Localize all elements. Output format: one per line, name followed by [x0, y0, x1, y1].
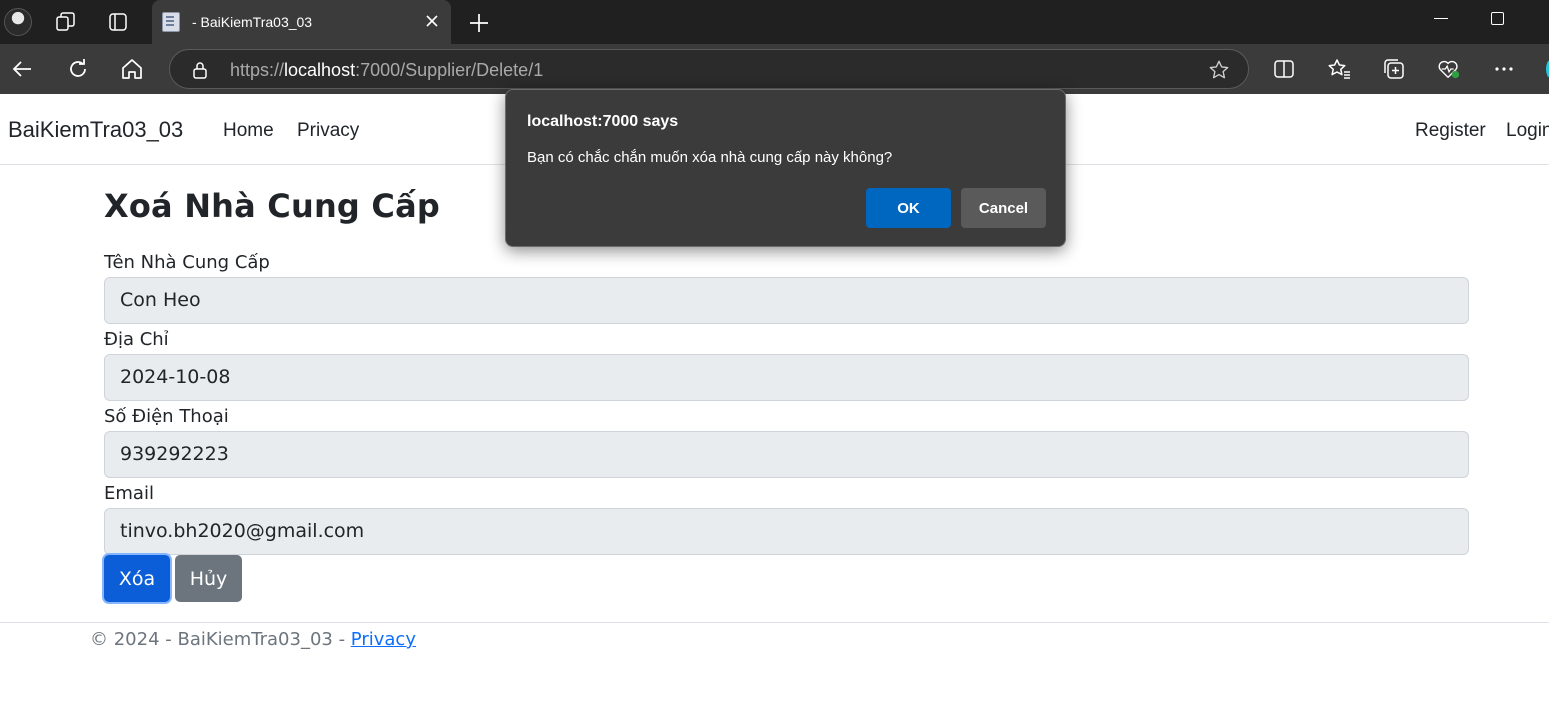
minimize-icon[interactable] — [1434, 18, 1448, 19]
email-label: Email — [104, 483, 154, 504]
footer: © 2024 - BaiKiemTra03_03 - Privacy — [0, 622, 1549, 703]
email-input[interactable]: tinvo.bh2020@gmail.com — [104, 508, 1469, 555]
address-input[interactable]: 2024-10-08 — [104, 354, 1469, 401]
copilot-icon[interactable] — [1538, 57, 1549, 81]
nav-login-link[interactable]: Login — [1506, 120, 1549, 142]
collections-icon[interactable] — [1382, 57, 1406, 81]
address-bar[interactable]: https://localhost:7000/Supplier/Delete/1 — [169, 49, 1249, 89]
url-text: https://localhost:7000/Supplier/Delete/1 — [230, 60, 543, 81]
home-icon[interactable] — [120, 57, 144, 81]
delete-button[interactable]: Xóa — [104, 555, 170, 602]
nav-home-link[interactable]: Home — [223, 120, 274, 142]
confirm-dialog: localhost:7000 says Bạn có chắc chắn muố… — [505, 89, 1066, 247]
browser-essentials-icon[interactable] — [1437, 57, 1461, 81]
browser-tab-bar: - BaiKiemTra03_03 — [0, 0, 1549, 44]
dialog-ok-button[interactable]: OK — [866, 188, 951, 228]
supplier-name-label: Tên Nhà Cung Cấp — [104, 252, 270, 273]
browser-tab-active[interactable]: - BaiKiemTra03_03 — [152, 0, 451, 44]
page-title: Xoá Nhà Cung Cấp — [104, 187, 440, 225]
dialog-message: Bạn có chắc chắn muốn xóa nhà cung cấp n… — [527, 149, 893, 166]
phone-input[interactable]: 939292223 — [104, 431, 1469, 478]
reload-icon[interactable] — [66, 57, 90, 81]
lock-icon[interactable] — [192, 61, 208, 79]
browser-toolbar: https://localhost:7000/Supplier/Delete/1 — [0, 44, 1549, 94]
nav-register-link[interactable]: Register — [1415, 120, 1486, 142]
page-favicon-icon — [162, 12, 180, 32]
favorites-icon[interactable] — [1327, 57, 1351, 81]
address-label: Địa Chỉ — [104, 329, 169, 350]
tab-title: - BaiKiemTra03_03 — [192, 14, 313, 30]
url-prefix: https:// — [230, 60, 285, 80]
cancel-button[interactable]: Hủy — [175, 555, 242, 602]
split-screen-icon[interactable] — [1272, 57, 1296, 81]
dialog-title: localhost:7000 says — [527, 113, 679, 130]
plus-icon[interactable] — [468, 12, 490, 34]
url-path: :7000/Supplier/Delete/1 — [355, 60, 544, 80]
footer-copyright: © 2024 - BaiKiemTra03_03 - — [90, 629, 351, 650]
brand-link[interactable]: BaiKiemTra03_03 — [8, 117, 183, 143]
footer-text: © 2024 - BaiKiemTra03_03 - Privacy — [90, 629, 416, 650]
close-icon[interactable] — [424, 13, 440, 29]
supplier-name-input[interactable]: Con Heo — [104, 277, 1469, 324]
profile-avatar-icon[interactable] — [4, 8, 32, 36]
more-icon[interactable] — [1492, 57, 1516, 81]
workspaces-icon[interactable] — [54, 10, 78, 34]
tab-actions-icon[interactable] — [106, 10, 130, 34]
maximize-icon[interactable] — [1491, 12, 1504, 25]
star-icon[interactable] — [1208, 59, 1230, 81]
nav-privacy-link[interactable]: Privacy — [297, 120, 359, 142]
back-arrow-icon[interactable] — [10, 57, 34, 81]
footer-privacy-link[interactable]: Privacy — [351, 629, 416, 650]
phone-label: Số Điện Thoại — [104, 406, 229, 427]
dialog-cancel-button[interactable]: Cancel — [961, 188, 1046, 228]
url-host: localhost — [284, 60, 356, 80]
